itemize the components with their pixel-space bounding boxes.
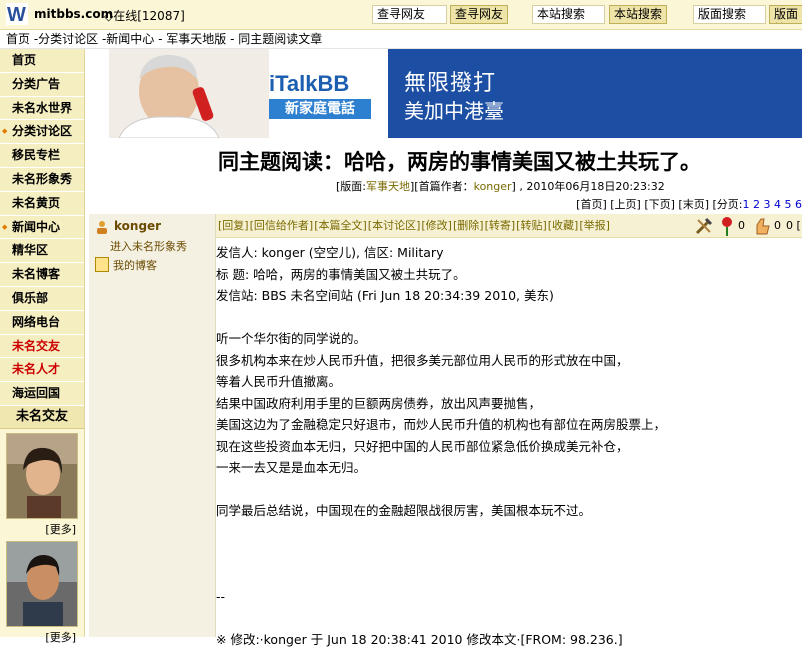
tools-icon[interactable] <box>694 216 714 236</box>
avatar[interactable] <box>6 432 78 519</box>
post-line: 美国这边为了金融稳定只好退市，而炒人民币升值的机构也有部位在两房股票上， <box>216 417 667 432</box>
friend-search-input[interactable]: 查寻网友 <box>372 5 447 24</box>
page-link[interactable]: 4 <box>774 198 781 211</box>
svg-text:W: W <box>7 4 26 25</box>
post-line: ※ 修改:·konger 于 Jun 18 20:38:41 2010 修改本文… <box>216 632 623 647</box>
thumbs-icon[interactable] <box>754 217 770 235</box>
blog-icon <box>95 257 109 272</box>
flower-icon[interactable] <box>720 216 734 236</box>
post-line: -- <box>216 589 226 604</box>
board-link[interactable]: 军事天地 <box>366 180 410 193</box>
post-line: 现在这些投资血本无归，只好把中国的人民币部位紧急低价换成美元补仓， <box>216 438 629 454</box>
sidebar-item-talent[interactable]: 未名人才 <box>0 358 84 383</box>
board-search-button[interactable]: 版面搜 <box>769 5 802 24</box>
page-link[interactable]: 3 <box>764 198 771 211</box>
post-line: 发信站: BBS 未名空间站 (Fri Jun 18 20:34:39 2010… <box>216 288 554 303</box>
egg-count: 0 <box>774 219 781 232</box>
blog-link[interactable]: 我的博客 <box>113 257 157 273</box>
report-button[interactable]: [举报] <box>579 219 610 232</box>
site-search-button[interactable]: 本站搜索 <box>609 5 667 24</box>
post-line: 很多机构本来在炒人民币升值，把很多美元部位用人民币的形式放在中国， <box>216 352 629 368</box>
user-icon <box>97 221 107 234</box>
page-link[interactable]: 2 <box>753 198 760 211</box>
post-line: 同学最后总结说，中国现在的金融超限战很厉害，美国根本玩不过。 <box>216 503 592 518</box>
site-logo-icon[interactable]: W <box>6 3 28 25</box>
banner-ad[interactable]: iTalkBB 新家庭電話 無限撥打 美加中港臺 <box>89 49 802 139</box>
flower-count: 0 <box>738 219 745 232</box>
friends-section-title: 未名交友 <box>0 405 84 429</box>
sidebar-item-home[interactable]: 首页 <box>0 49 84 73</box>
banner-brand: iTalkBB <box>269 71 350 96</box>
sidebar-item-club[interactable]: 俱乐部 <box>0 286 84 311</box>
site-name[interactable]: mitbbs.com <box>34 7 113 21</box>
delete-button[interactable]: [删除] <box>453 219 484 232</box>
page-link[interactable]: 6 <box>795 198 802 211</box>
post-body: 发信人: konger (空空儿), 信区: Military 标 题: 哈哈，… <box>216 242 802 651</box>
post-line: 等着人民币升值撤离。 <box>216 374 342 389</box>
board-search-input[interactable]: 版面搜索 <box>693 5 766 24</box>
reply-button[interactable]: [回复] <box>218 219 249 232</box>
friend-search-button[interactable]: 查寻网友 <box>450 5 508 24</box>
pager: [首页] [上页] [下页] [末页] [分页:1 2 3 4 5 6 <box>576 196 802 212</box>
sidebar-item-water-world[interactable]: 未名水世界 <box>0 96 84 121</box>
banner-slogan-line2: 美加中港臺 <box>404 99 504 123</box>
author-panel: konger 进入未名形象秀 我的博客 <box>89 214 216 637</box>
first-author-link[interactable]: konger <box>474 180 512 193</box>
banner-slogan-line1: 無限撥打 <box>404 71 497 96</box>
sidebar-item-yellow-pages[interactable]: 未名黄页 <box>0 191 84 216</box>
sidebar-item-digest[interactable]: 精华区 <box>0 239 84 264</box>
image-show-link[interactable]: 进入未名形象秀 <box>110 238 187 254</box>
sidebar-item-dating[interactable]: 未名交友 <box>0 334 84 359</box>
extra-count: 0 [1 <box>786 219 802 232</box>
post-line <box>216 307 802 329</box>
post-line <box>216 479 802 501</box>
sidebar-item-blog[interactable]: 未名博客 <box>0 263 84 287</box>
more-link[interactable]: [更多] <box>0 521 84 537</box>
page-title: 同主题阅读：哈哈，两房的事情美国又被土共玩了。 <box>218 149 701 174</box>
post-line <box>216 543 802 565</box>
post-line: 结果中国政府利用手里的巨额两房债券，放出风声要抛售， <box>216 395 542 411</box>
sidebar-item-classifieds[interactable]: 分类广告 <box>0 72 84 97</box>
post-line <box>216 522 802 544</box>
banner-brand-sub: 新家庭電話 <box>269 99 371 119</box>
avatar[interactable] <box>6 540 78 627</box>
top-bar: W mitbbs.com ◇在线[12087] 查寻网友 查寻网友 本站搜索 本… <box>0 0 802 30</box>
post-line: 发信人: konger (空空儿), 信区: Military <box>216 245 444 260</box>
sidebar: 首页 分类广告 未名水世界 分类讨论区 移民专栏 未名形象秀 未名黄页 新闻中心… <box>0 49 85 644</box>
sidebar-item-image-show[interactable]: 未名形象秀 <box>0 167 84 192</box>
post-action-bar: [回复][回信给作者][本篇全文][本讨论区][修改][删除][转寄][转贴][… <box>216 214 802 238</box>
sidebar-item-radio[interactable]: 网络电台 <box>0 310 84 335</box>
breadcrumb[interactable]: 首页 -分类讨论区 -新闻中心 - 军事天地版 - 同主题阅读文章 <box>0 30 802 49</box>
repost-button[interactable]: [转贴] <box>516 219 547 232</box>
info-prefix: [版面: <box>336 180 366 193</box>
forward-button[interactable]: [转寄] <box>485 219 516 232</box>
article-info: [版面:军事天地][首篇作者：konger] , 2010年06月18日20:2… <box>336 178 665 194</box>
info-mid: ][首篇作者： <box>410 180 474 193</box>
sidebar-item-immigration[interactable]: 移民专栏 <box>0 144 84 168</box>
author-name[interactable]: konger <box>114 219 161 233</box>
sidebar-item-forums[interactable]: 分类讨论区 <box>0 120 84 145</box>
favorite-button[interactable]: [收藏] <box>548 219 579 232</box>
post-line <box>216 565 802 587</box>
site-search-input[interactable]: 本站搜索 <box>532 5 605 24</box>
edit-button[interactable]: [修改] <box>421 219 452 232</box>
sidebar-item-news[interactable]: 新闻中心 <box>0 215 84 240</box>
mail-author-button[interactable]: [回信给作者] <box>250 219 314 232</box>
page-link[interactable]: 5 <box>785 198 792 211</box>
banner-left-panel: iTalkBB 新家庭電話 <box>89 49 388 139</box>
online-count: ◇在线[12087] <box>104 9 185 23</box>
page-link[interactable]: 1 <box>743 198 750 211</box>
info-suffix: ] , 2010年06月18日20:23:32 <box>511 180 665 193</box>
full-text-button[interactable]: [本篇全文] <box>314 219 367 232</box>
post-line: 听一个华尔街的同学说的。 <box>216 331 367 346</box>
pager-nav[interactable]: [首页] [上页] [下页] [末页] [分页: <box>576 198 742 211</box>
post-line: 标 题: 哈哈，两房的事情美国又被土共玩了。 <box>216 266 466 282</box>
board-button[interactable]: [本讨论区] <box>368 219 421 232</box>
sidebar-item-shipping[interactable]: 海运回国 <box>0 382 84 406</box>
banner-right-panel: 無限撥打 美加中港臺 <box>388 49 802 138</box>
post-line: 一来一去又是是血本无归。 <box>216 460 367 475</box>
post-line <box>216 608 802 630</box>
